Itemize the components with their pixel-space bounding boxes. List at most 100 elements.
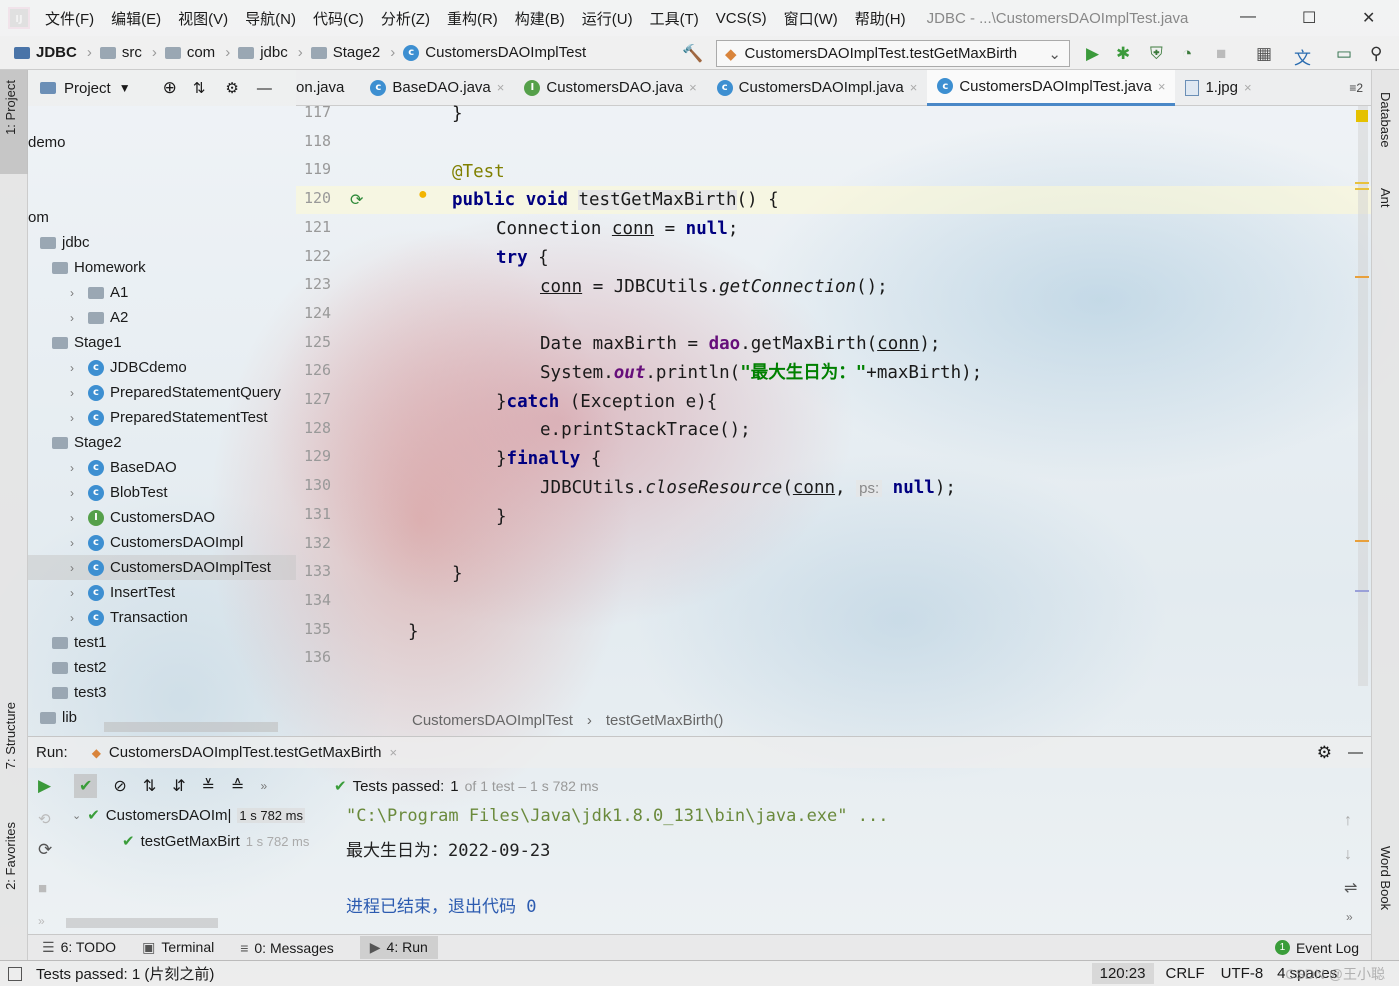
tree-hscrollbar[interactable] bbox=[104, 722, 278, 732]
hide-panel-icon[interactable]: — bbox=[257, 80, 272, 97]
chevron-down-icon[interactable]: ▼ bbox=[119, 81, 131, 95]
breadcrumb-class[interactable]: CustomersDAOImplTest bbox=[412, 712, 573, 729]
editor-tab[interactable]: 1.jpg × bbox=[1175, 70, 1261, 106]
scroll-up-icon[interactable]: ↑ bbox=[1344, 812, 1352, 830]
chevron-right-icon[interactable]: › bbox=[70, 361, 82, 375]
expand-all-icon[interactable]: ≚ bbox=[202, 776, 215, 796]
menu-item[interactable]: 帮助(H) bbox=[855, 8, 906, 29]
close-window-icon[interactable]: ✕ bbox=[1362, 8, 1375, 28]
console-output[interactable]: "C:\Program Files\Java\jdk1.8.0_131\bin\… bbox=[330, 804, 1340, 930]
more-icon[interactable]: » bbox=[38, 914, 45, 928]
gear-icon[interactable]: ⚙ bbox=[225, 79, 238, 97]
editor-tab[interactable]: c CustomersDAOImplTest.java × bbox=[927, 69, 1176, 106]
nav-crumb[interactable]: JDBC › bbox=[14, 44, 96, 61]
profile-icon[interactable]: ◔ bbox=[1182, 44, 1192, 64]
chevron-right-icon[interactable]: › bbox=[70, 311, 82, 325]
scroll-down-icon[interactable]: ↓ bbox=[1344, 846, 1352, 864]
chevron-right-icon[interactable]: › bbox=[70, 386, 82, 400]
test-suite-row[interactable]: ⌄ ✔ CustomersDAOIm| 1 s 782 ms bbox=[72, 806, 305, 824]
more-icon[interactable]: » bbox=[1346, 910, 1353, 924]
coverage-icon[interactable]: ⛨ bbox=[1150, 44, 1163, 64]
tree-item[interactable]: › A1 bbox=[70, 280, 128, 305]
menu-item[interactable]: 构建(B) bbox=[515, 8, 565, 29]
editor-tab[interactable]: c BaseDAO.java × bbox=[360, 70, 514, 106]
collapse-all-icon[interactable]: ≙ bbox=[231, 776, 244, 796]
test-tree-scrollbar[interactable] bbox=[66, 918, 218, 928]
presentation-icon[interactable]: ▭ bbox=[1336, 44, 1352, 64]
project-title[interactable]: Project bbox=[64, 80, 111, 97]
collapse-all-icon[interactable]: ⇅ bbox=[193, 79, 206, 97]
close-tab-icon[interactable]: × bbox=[1158, 79, 1166, 94]
tree-item[interactable]: › c PreparedStatementQuery bbox=[70, 380, 281, 405]
tree-item[interactable]: om bbox=[28, 205, 49, 230]
tree-item[interactable]: demo bbox=[28, 130, 66, 155]
tool-ant[interactable]: Ant bbox=[1378, 188, 1393, 208]
close-tab-icon[interactable]: × bbox=[689, 80, 697, 95]
menu-item[interactable]: 视图(V) bbox=[178, 8, 228, 29]
menu-item[interactable]: 重构(R) bbox=[447, 8, 498, 29]
rerun-icon[interactable]: ▶ bbox=[38, 776, 51, 796]
tab-overflow-icon[interactable]: ≡2 bbox=[1349, 81, 1363, 95]
sort-duration-icon[interactable]: ⇵ bbox=[172, 776, 185, 796]
hide-panel-icon[interactable]: — bbox=[1348, 744, 1363, 761]
stop-icon[interactable]: ■ bbox=[1216, 44, 1226, 64]
chevron-right-icon[interactable]: › bbox=[70, 586, 82, 600]
tree-item[interactable]: Stage2 bbox=[52, 430, 122, 455]
code-editor[interactable]: } @Test public void testGetMaxBirth() { … bbox=[400, 104, 1360, 704]
tree-item[interactable]: › c Transaction bbox=[70, 605, 188, 630]
tool-structure[interactable]: 7: Structure bbox=[3, 702, 18, 769]
tree-item[interactable]: test1 bbox=[52, 630, 107, 655]
chevron-right-icon[interactable]: › bbox=[70, 511, 82, 525]
toggle-auto-test-icon[interactable]: ⟳ bbox=[38, 840, 52, 860]
tool-project[interactable]: 1: Project bbox=[3, 80, 18, 135]
tree-item[interactable]: lib bbox=[40, 705, 77, 730]
chevron-right-icon[interactable]: › bbox=[70, 411, 82, 425]
chevron-right-icon[interactable]: › bbox=[70, 461, 82, 475]
inspection-status-icon[interactable] bbox=[1356, 110, 1368, 122]
close-tab-icon[interactable]: × bbox=[910, 80, 918, 95]
nav-crumb[interactable]: com › bbox=[164, 44, 234, 61]
stop-icon[interactable]: ■ bbox=[38, 880, 47, 897]
close-icon[interactable]: × bbox=[390, 745, 398, 760]
chevron-right-icon[interactable]: › bbox=[70, 286, 82, 300]
soft-wrap-icon[interactable]: ⇌ bbox=[1344, 878, 1357, 898]
tree-item[interactable]: › I CustomersDAO bbox=[70, 505, 215, 530]
menu-item[interactable]: 编辑(E) bbox=[111, 8, 161, 29]
tree-item[interactable]: Homework bbox=[52, 255, 146, 280]
show-ignored-icon[interactable]: ⊘ bbox=[113, 776, 126, 796]
more-icon[interactable]: » bbox=[260, 779, 267, 793]
tree-item[interactable]: › c InsertTest bbox=[70, 580, 175, 605]
translate-icon[interactable]: 文 bbox=[1294, 44, 1311, 69]
chevron-right-icon[interactable]: › bbox=[70, 536, 82, 550]
build-hammer-icon[interactable]: 🔨 bbox=[682, 44, 703, 64]
menu-item[interactable]: 文件(F) bbox=[45, 8, 94, 29]
nav-crumb[interactable]: jdbc › bbox=[238, 44, 307, 61]
sort-alpha-icon[interactable]: ⇅ bbox=[143, 776, 156, 796]
gear-icon[interactable]: ⚙ bbox=[1317, 743, 1332, 763]
run-config-tab[interactable]: CustomersDAOImplTest.testGetMaxBirth bbox=[109, 744, 382, 761]
tree-item[interactable]: › c BlobTest bbox=[70, 480, 168, 505]
tree-item[interactable]: › A2 bbox=[70, 305, 128, 330]
chevron-right-icon[interactable]: › bbox=[70, 486, 82, 500]
tree-item[interactable]: › c CustomersDAOImpl bbox=[70, 530, 243, 555]
project-structure-icon[interactable]: ▦ bbox=[1256, 44, 1272, 64]
menu-item[interactable]: 代码(C) bbox=[313, 8, 364, 29]
nav-crumb[interactable]: src › bbox=[99, 44, 161, 61]
debug-icon[interactable]: ✱ bbox=[1116, 44, 1130, 64]
menu-item[interactable]: 工具(T) bbox=[650, 8, 699, 29]
editor-tab[interactable]: I CustomersDAO.java × bbox=[514, 70, 706, 106]
editor-tab[interactable]: c CustomersDAOImpl.java × bbox=[707, 70, 928, 106]
tool-favorites[interactable]: 2: Favorites bbox=[3, 822, 18, 890]
tree-item[interactable]: test2 bbox=[52, 655, 107, 680]
run-test-gutter-icon[interactable]: ⟳ bbox=[350, 190, 363, 210]
menu-item[interactable]: VCS(S) bbox=[716, 10, 767, 27]
tree-item[interactable]: › c PreparedStatementTest bbox=[70, 405, 268, 430]
tree-item[interactable]: Stage1 bbox=[52, 330, 122, 355]
minimize-icon[interactable]: — bbox=[1240, 8, 1256, 26]
show-passed-icon[interactable]: ✔ bbox=[74, 774, 98, 798]
bottom-tool-tab[interactable]: ▣ Terminal bbox=[142, 939, 214, 956]
file-encoding[interactable]: UTF-8 bbox=[1221, 965, 1264, 982]
editor-tab[interactable]: on.java bbox=[296, 70, 360, 106]
bottom-tool-tab[interactable]: ≡ 0: Messages bbox=[240, 940, 334, 956]
menu-item[interactable]: 窗口(W) bbox=[784, 8, 838, 29]
